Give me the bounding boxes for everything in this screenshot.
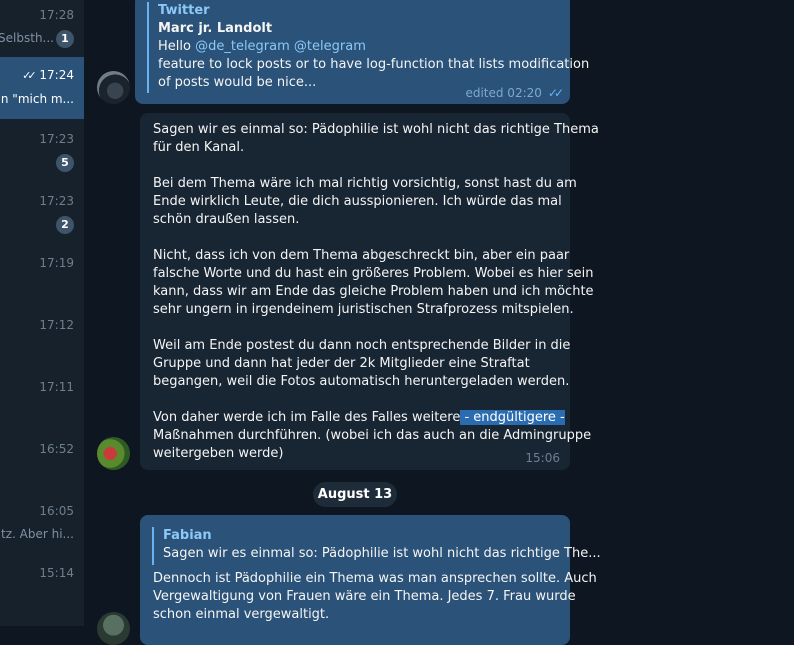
paragraph: Nicht, dass ich von dem Thema abgeschrec…	[153, 247, 594, 319]
text-line: schon einmal vergewaltigt.	[153, 607, 330, 622]
text-line: Dennoch ist Pädophilie ein Thema was man…	[153, 571, 597, 586]
hello-text: Hello	[158, 39, 196, 54]
chat-row-4[interactable]: 17:23 2	[0, 186, 84, 248]
chat-row-7[interactable]: 17:11	[0, 372, 84, 434]
mention-link[interactable]: @de_telegram	[195, 39, 290, 54]
chat-row-5[interactable]: 17:19	[0, 248, 84, 310]
author-name: Marc jr. Landolt	[158, 21, 273, 36]
chat-row-1[interactable]: 17:28 Selbsth... 1	[0, 0, 84, 62]
chat-row-6[interactable]: 17:12	[0, 310, 84, 372]
chat-row-9[interactable]: 16:05 atz. Aber hi...	[0, 496, 84, 558]
text-line: kann, dass wir am Ende das gleiche Probl…	[153, 284, 594, 299]
reply-text: Sagen wir es einmal so: Pädophilie ist w…	[163, 546, 601, 561]
text-line: begangen, weil die Fotos automatisch her…	[153, 374, 570, 389]
chat-row-time: 17:12	[39, 318, 74, 332]
paragraph: Sagen wir es einmal so: Pädophilie ist w…	[153, 121, 599, 157]
chat-row-time: 17:23	[39, 194, 74, 208]
chat-row-time: 17:28	[39, 8, 74, 22]
chat-row-preview: in "mich m...	[0, 92, 74, 106]
chat-row-3[interactable]: 17:23 5	[0, 124, 84, 186]
chat-row-time: 16:05	[39, 504, 74, 518]
double-check-icon: ✓✓	[547, 86, 564, 100]
chat-row-time: 17:23	[39, 132, 74, 146]
avatar[interactable]	[97, 71, 130, 104]
avatar[interactable]	[97, 437, 130, 470]
reply-author: Twitter	[158, 3, 210, 18]
chat-row-2-active[interactable]: ✓✓ 17:24 in "mich m...	[0, 57, 84, 119]
double-check-icon: ✓✓	[22, 69, 37, 82]
avatar[interactable]	[97, 612, 130, 645]
chat-row-8[interactable]: 16:52	[0, 434, 84, 496]
selected-text[interactable]: - endgültigere -	[460, 410, 565, 425]
chat-row-time: 15:14	[39, 566, 74, 580]
chat-row-10[interactable]: 15:14	[0, 558, 84, 620]
chat-row-preview: Selbsth...	[0, 31, 54, 45]
message-bubble-outgoing[interactable]: Twitter Marc jr. Landolt Hello @de_teleg…	[135, 0, 589, 104]
unread-badge: 2	[56, 216, 74, 234]
chat-row-time-wrap: ✓✓ 17:24	[22, 68, 74, 82]
edited-time: edited 02:20	[465, 86, 542, 100]
text-line: Weil am Ende postest du dann noch entspr…	[153, 338, 571, 353]
unread-badge: 5	[56, 154, 74, 172]
message-bubble-incoming[interactable]: Sagen wir es einmal so: Pädophilie ist w…	[140, 113, 599, 470]
chat-row-preview: atz. Aber hi...	[0, 527, 74, 541]
chat-row-time: 17:24	[39, 68, 74, 82]
reply-quote[interactable]: Fabian Sagen wir es einmal so: Pädophili…	[152, 527, 601, 565]
text-line: Gruppe und dann hat jeder der 2k Mitglie…	[153, 356, 530, 371]
text-line: weitergeben werde)	[153, 446, 284, 461]
message-text: Dennoch ist Pädophilie ein Thema was man…	[153, 570, 597, 624]
text-line: Ende wirklich Leute, die dich ausspionie…	[153, 194, 562, 209]
date-separator: August 13	[313, 482, 397, 507]
text-line: Sagen wir es einmal so: Pädophilie ist w…	[153, 122, 599, 137]
text-line: sehr ungern in irgendeinem juristischen …	[153, 302, 574, 317]
message-text: Sagen wir es einmal so: Pädophilie ist w…	[153, 121, 599, 463]
reply-quote[interactable]: Twitter Marc jr. Landolt Hello @de_teleg…	[147, 2, 589, 93]
text-line: Maßnahmen durchführen. (wobei ich das au…	[153, 428, 592, 443]
chat-row-time: 17:11	[39, 380, 74, 394]
text-line: Bei dem Thema wäre ich mal richtig vorsi…	[153, 176, 577, 191]
chat-row-time: 16:52	[39, 442, 74, 456]
message-time: 15:06	[525, 451, 560, 465]
message-line: feature to lock posts or to have log-fun…	[158, 57, 590, 72]
text-line: Nicht, dass ich von dem Thema abgeschrec…	[153, 248, 570, 263]
paragraph: Bei dem Thema wäre ich mal richtig vorsi…	[153, 175, 577, 229]
text-line: Vergewaltigung von Frauen wäre ein Thema…	[153, 589, 576, 604]
paragraph: Weil am Ende postest du dann noch entspr…	[153, 337, 570, 391]
text-line: für den Kanal.	[153, 140, 245, 155]
text-line: schön draußen lassen.	[153, 212, 300, 227]
message-line: Hello @de_telegram @telegram	[158, 38, 589, 56]
text-line: falsche Worte und du hast ein größeres P…	[153, 266, 594, 281]
paragraph: Von daher werde ich im Falle des Falles …	[153, 409, 591, 463]
unread-badge: 1	[56, 30, 74, 48]
chat-row-time: 17:19	[39, 256, 74, 270]
message-meta: edited 02:20 ✓✓	[465, 86, 564, 100]
mention-link[interactable]: @telegram	[294, 39, 366, 54]
text-line: Von daher werde ich im Falle des Falles …	[153, 410, 461, 425]
reply-author: Fabian	[163, 528, 212, 543]
chat-list-sidebar: 17:28 Selbsth... 1 ✓✓ 17:24 in "mich m..…	[0, 0, 84, 626]
